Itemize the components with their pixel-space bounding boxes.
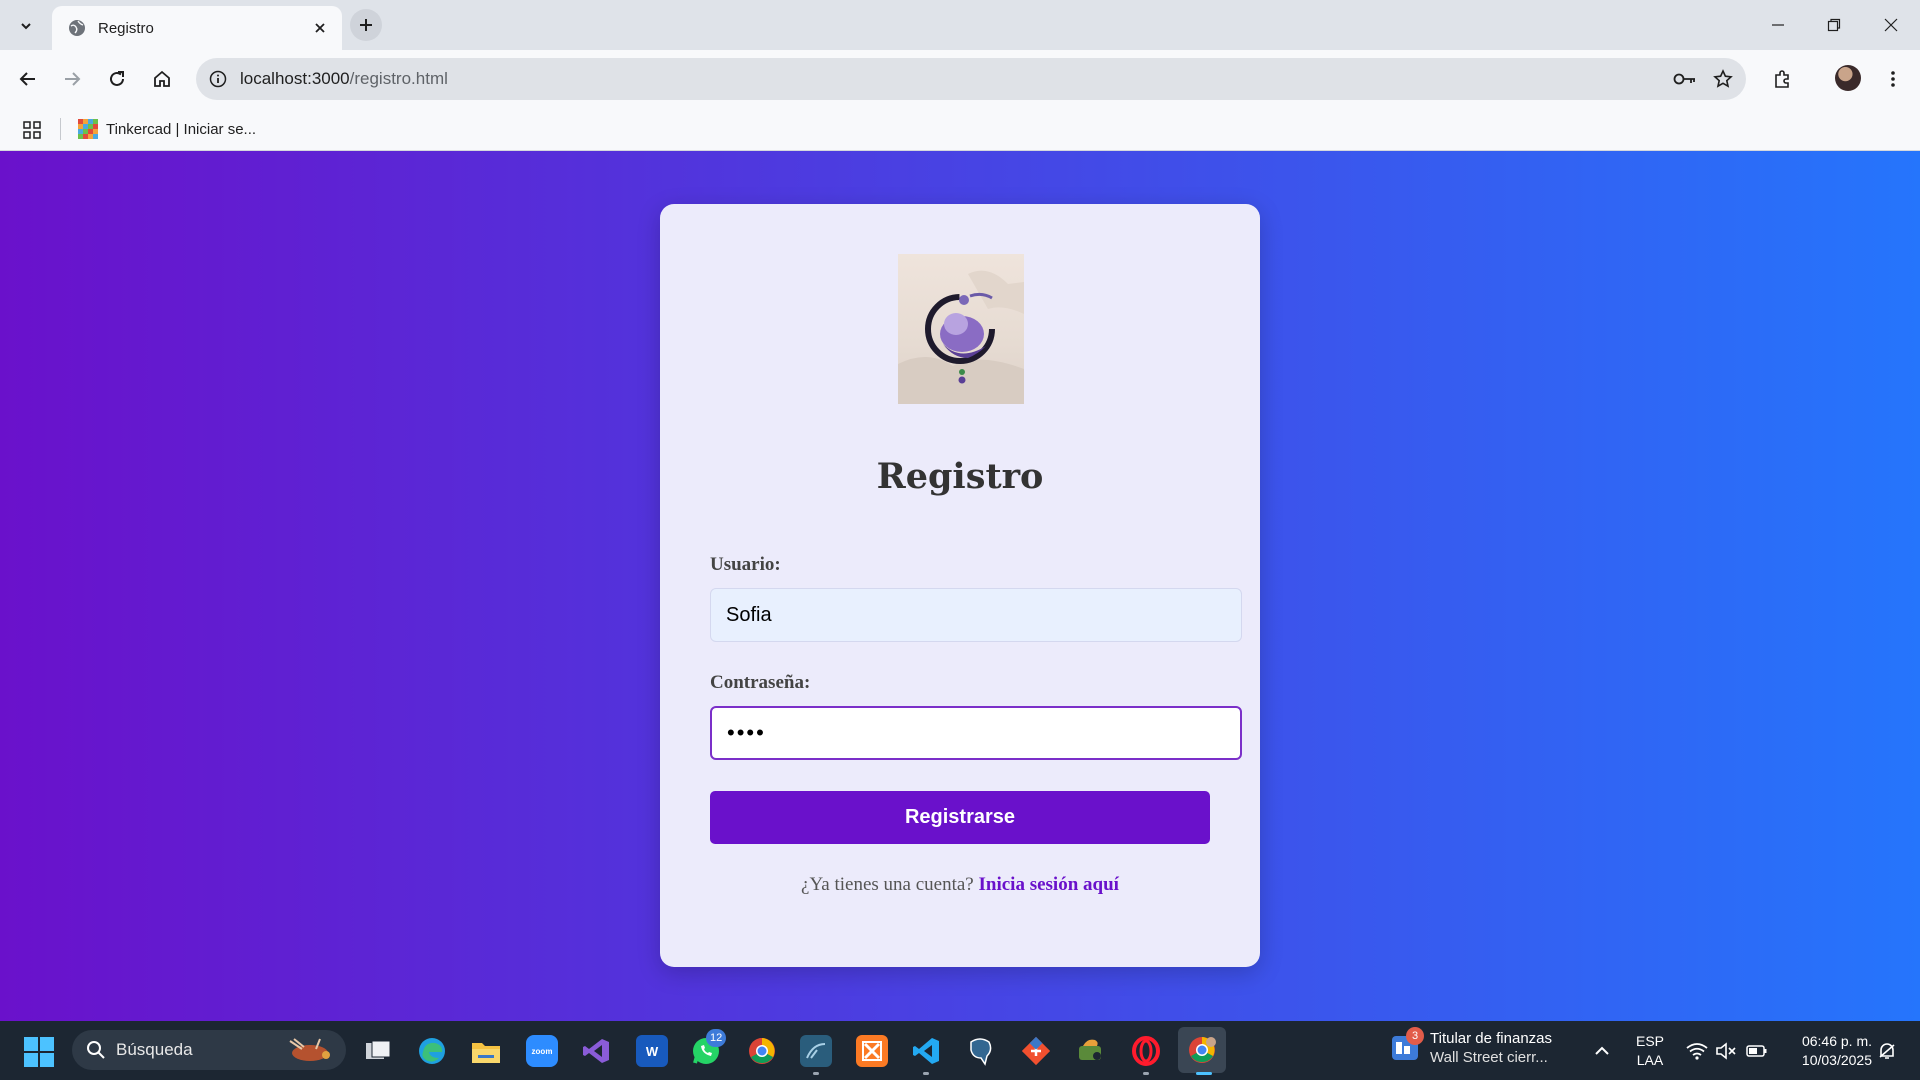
keyboard-layout: LAA: [1636, 1052, 1664, 1068]
login-prompt-line: ¿Ya tienes una cuenta? Inicia sesión aqu…: [660, 874, 1260, 896]
browser-tab-strip: Registro: [0, 0, 1920, 50]
news-text: Titular de finanzas Wall Street cierr...: [1430, 1030, 1552, 1066]
new-tab-button[interactable]: [350, 9, 382, 41]
edge-icon[interactable]: [416, 1035, 448, 1067]
logo-image: [898, 254, 1024, 404]
reload-icon[interactable]: [102, 64, 132, 94]
tinkercad-icon: [78, 119, 98, 139]
file-explorer-icon[interactable]: [470, 1035, 502, 1067]
windows-taskbar: Búsqueda zoom W 12 Titular de finanzas W…: [0, 1021, 1920, 1080]
browser-tab-active[interactable]: Registro: [52, 6, 342, 50]
task-view-icon[interactable]: [362, 1035, 394, 1067]
clock-date: 10/03/2025: [1801, 1052, 1872, 1068]
home-icon[interactable]: [147, 64, 177, 94]
visual-studio-icon[interactable]: [580, 1035, 612, 1067]
chrome-icon[interactable]: [746, 1035, 778, 1067]
running-indicator: [923, 1072, 929, 1075]
battery-icon[interactable]: [1745, 1039, 1769, 1063]
xampp-icon[interactable]: [856, 1035, 888, 1067]
address-bar[interactable]: localhost:3000/registro.html: [196, 58, 1746, 100]
username-input[interactable]: Sofia: [710, 588, 1242, 642]
password-input[interactable]: ••••: [710, 706, 1242, 760]
forward-arrow-icon[interactable]: [57, 64, 87, 94]
clock-time: 06:46 p. m.: [1801, 1033, 1872, 1049]
whatsapp-badge: 12: [706, 1029, 727, 1047]
browser-toolbar: localhost:3000/registro.html: [0, 50, 1920, 108]
news-title: Titular de finanzas: [1430, 1030, 1553, 1047]
mysql-workbench-icon[interactable]: [800, 1035, 832, 1067]
running-indicator: [813, 1072, 819, 1075]
bookmark-tinkercad[interactable]: Tinkercad | Iniciar se...: [78, 116, 256, 142]
site-info-icon[interactable]: [204, 65, 232, 93]
page-background: Registro Usuario: Sofia Contraseña: ••••…: [0, 151, 1920, 1021]
password-label: Contraseña:: [710, 672, 811, 693]
profile-avatar[interactable]: [1835, 65, 1861, 91]
running-indicator: [1143, 1072, 1149, 1075]
language-code: ESP: [1635, 1033, 1664, 1049]
volume-muted-icon[interactable]: [1714, 1039, 1738, 1063]
tab-title: Registro: [98, 19, 154, 37]
username-label: Usuario:: [710, 554, 781, 575]
restore-icon[interactable]: [1819, 10, 1849, 40]
active-indicator: [1196, 1072, 1212, 1075]
postgresql-icon[interactable]: [964, 1035, 996, 1067]
windows-start-icon[interactable]: [24, 1037, 54, 1067]
taskbar-search[interactable]: Búsqueda: [72, 1030, 346, 1070]
java-icon[interactable]: [1074, 1035, 1106, 1067]
browser-menu-icon[interactable]: [1878, 64, 1908, 94]
close-window-icon[interactable]: [1876, 10, 1906, 40]
extensions-puzzle-icon[interactable]: [1767, 64, 1797, 94]
chevron-up-icon[interactable]: [1590, 1039, 1614, 1063]
word-icon[interactable]: W: [636, 1035, 668, 1067]
opera-icon[interactable]: [1130, 1035, 1162, 1067]
bookmarks-divider: [60, 118, 61, 140]
wifi-icon[interactable]: [1685, 1039, 1709, 1063]
url-text: localhost:3000/registro.html: [240, 69, 1670, 89]
password-key-icon[interactable]: [1670, 64, 1700, 94]
vscode-icon[interactable]: [910, 1035, 942, 1067]
back-arrow-icon[interactable]: [13, 64, 43, 94]
bookmarks-bar: Tinkercad | Iniciar se...: [0, 108, 1920, 151]
minimize-icon[interactable]: [1763, 10, 1793, 40]
zoom-icon[interactable]: zoom: [526, 1035, 558, 1067]
url-host: localhost:3000: [240, 69, 350, 88]
bookmark-star-icon[interactable]: [1708, 64, 1738, 94]
clock[interactable]: 06:46 p. m. 10/03/2025: [1782, 1032, 1872, 1070]
news-badge: 3: [1406, 1027, 1424, 1045]
globe-icon: [68, 19, 86, 37]
url-path: /registro.html: [349, 69, 448, 88]
login-link[interactable]: Inicia sesión aquí: [979, 874, 1119, 895]
tab-close-icon[interactable]: [308, 16, 332, 40]
chrome-active-icon[interactable]: [1178, 1027, 1226, 1073]
search-icon: [87, 1041, 105, 1059]
search-placeholder: Búsqueda: [116, 1040, 193, 1059]
page-title: Registro: [876, 456, 1044, 497]
register-card: Registro Usuario: Sofia Contraseña: ••••…: [660, 204, 1260, 967]
login-prompt-text: ¿Ya tienes una cuenta?: [801, 874, 974, 895]
language-indicator[interactable]: ESP LAA: [1630, 1032, 1670, 1070]
search-highlight-icon: [289, 1038, 330, 1061]
news-subtitle: Wall Street cierr...: [1430, 1049, 1548, 1066]
bookmark-label: Tinkercad | Iniciar se...: [106, 120, 257, 138]
register-button[interactable]: Registrarse: [710, 791, 1210, 844]
apps-grid-icon[interactable]: [20, 118, 44, 142]
notification-bell-icon[interactable]: [1875, 1039, 1899, 1063]
tab-search-chevron-icon[interactable]: [12, 12, 40, 40]
git-icon[interactable]: [1020, 1035, 1052, 1067]
